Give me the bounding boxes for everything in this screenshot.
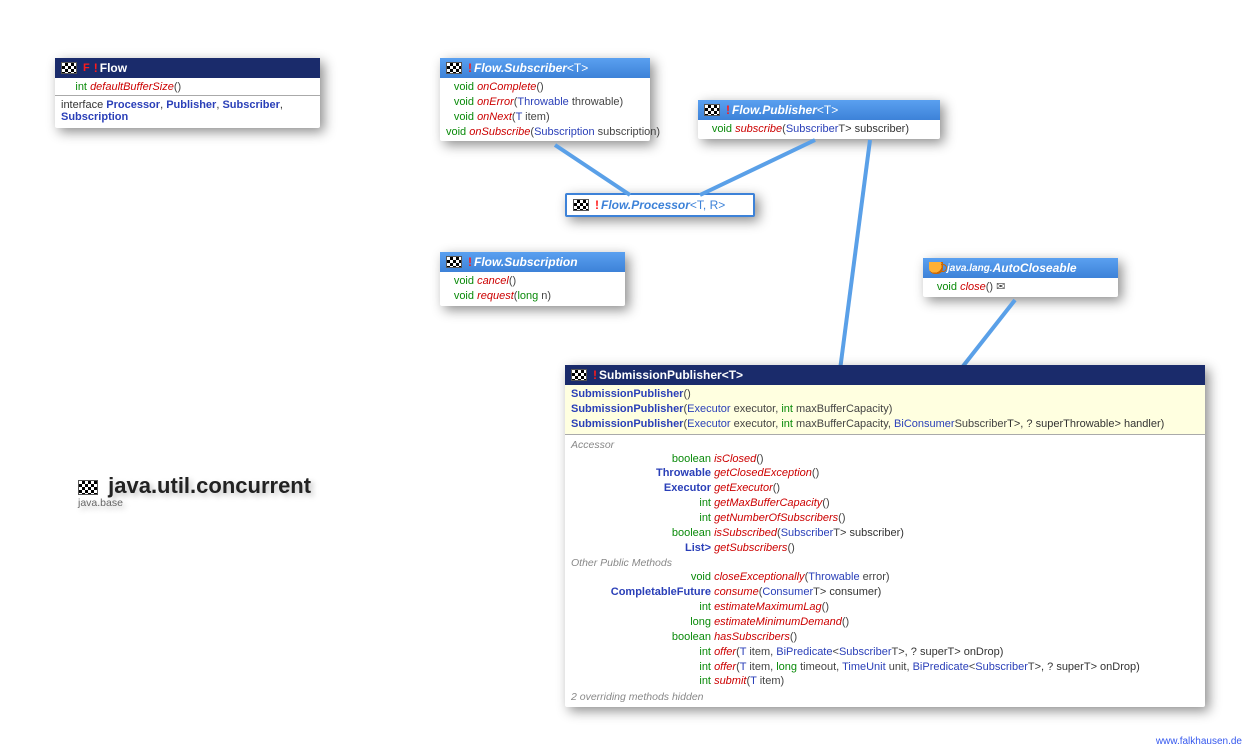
method-row[interactable]: void onError (Throwable throwable): [440, 95, 650, 110]
bang-icon: !: [593, 368, 597, 382]
constructors: SubmissionPublisher ()SubmissionPublishe…: [565, 385, 1205, 434]
class-flow[interactable]: F ! Flow int defaultBufferSize () interf…: [55, 58, 320, 128]
bang-icon: !: [595, 198, 599, 212]
bang-icon: !: [726, 103, 730, 117]
interface-title: Flow.Subscription: [474, 255, 578, 269]
interface-title: Flow.Publisher: [732, 103, 817, 117]
package-label: java.util.concurrent java.base: [78, 473, 311, 509]
method-row[interactable]: int getNumberOfSubscribers (): [565, 511, 1205, 526]
class-title: Flow: [100, 61, 127, 75]
class-header: F ! Flow: [55, 58, 320, 78]
package-prefix: java.lang.: [947, 263, 993, 274]
interface-body: void close () ✉: [923, 278, 1118, 297]
cup-icon: [929, 262, 943, 274]
flag-icon: [61, 62, 77, 74]
hidden-note: 2 overriding methods hidden: [565, 689, 1205, 705]
method-row[interactable]: void onNext (T item): [440, 110, 650, 125]
class-title: SubmissionPublisher: [599, 368, 722, 382]
flag-icon: [573, 199, 589, 211]
method-row[interactable]: int getMaxBufferCapacity (): [565, 496, 1205, 511]
method-row[interactable]: boolean hasSubscribers (): [565, 630, 1205, 645]
interface-header: ! Flow.Subscription: [440, 252, 625, 272]
interface-title: AutoCloseable: [993, 261, 1077, 275]
method-row[interactable]: Executor getExecutor (): [565, 481, 1205, 496]
method-row[interactable]: void close () ✉: [923, 280, 1118, 295]
bang-icon: !: [468, 61, 472, 75]
method-row[interactable]: int offer (T item, long timeout, TimeUni…: [565, 660, 1205, 675]
method-row[interactable]: int submit (T item): [565, 674, 1205, 689]
flag-icon: [446, 62, 462, 74]
nested-interfaces: interface Processor, Publisher, Subscrib…: [55, 95, 320, 126]
method-row[interactable]: int offer (T item, BiPredicate<Subscribe…: [565, 645, 1205, 660]
interface-body: void onComplete ()void onError (Throwabl…: [440, 78, 650, 141]
method-row[interactable]: void subscribe (SubscriberT> subscriber): [698, 122, 940, 137]
section-label: Accessor: [565, 437, 1205, 452]
interface-flow-subscriber[interactable]: ! Flow.Subscriber <T> void onComplete ()…: [440, 58, 650, 141]
interface-header: java.lang. AutoCloseable: [923, 258, 1118, 278]
method-row[interactable]: boolean isSubscribed (SubscriberT> subsc…: [565, 526, 1205, 541]
class-header: ! SubmissionPublisher <T>: [565, 365, 1205, 385]
flag-icon: [571, 369, 587, 381]
interface-title: Flow.Processor: [601, 198, 690, 212]
flag-icon: [446, 256, 462, 268]
interface-header: ! Flow.Subscriber <T>: [440, 58, 650, 78]
method-row[interactable]: int estimateMaximumLag (): [565, 600, 1205, 615]
methods: Accessor boolean isClosed ()Throwable ge…: [565, 434, 1205, 708]
final-marker: F: [83, 62, 90, 74]
interface-body: void subscribe (SubscriberT> subscriber): [698, 120, 940, 139]
method-row[interactable]: void onSubscribe (Subscription subscript…: [440, 125, 650, 140]
method-row[interactable]: CompletableFuture consume (ConsumerT> co…: [565, 585, 1205, 600]
constructor-row[interactable]: SubmissionPublisher (Executor executor, …: [565, 417, 1205, 432]
constructor-row[interactable]: SubmissionPublisher (): [565, 387, 1205, 402]
bang-icon: !: [94, 61, 98, 75]
bang-icon: !: [468, 255, 472, 269]
class-body: int defaultBufferSize () interface Proce…: [55, 78, 320, 128]
interface-header: ! Flow.Processor <T, R>: [567, 195, 753, 215]
method-row[interactable]: void request (long n): [440, 289, 625, 304]
interface-autocloseable[interactable]: java.lang. AutoCloseable void close () ✉: [923, 258, 1118, 297]
method-row[interactable]: void closeExceptionally (Throwable error…: [565, 570, 1205, 585]
method-row[interactable]: void cancel (): [440, 274, 625, 289]
method-row[interactable]: long estimateMinimumDemand (): [565, 615, 1205, 630]
interface-flow-publisher[interactable]: ! Flow.Publisher <T> void subscribe (Sub…: [698, 100, 940, 139]
section-label: Other Public Methods: [565, 555, 1205, 570]
method-row[interactable]: List> getSubscribers (): [565, 541, 1205, 556]
flag-icon: [78, 480, 98, 495]
method-row[interactable]: void onComplete (): [440, 80, 650, 95]
interface-title: Flow.Subscriber: [474, 61, 567, 75]
footer-link[interactable]: www.falkhausen.de: [1156, 736, 1242, 747]
interface-body: void cancel ()void request (long n): [440, 272, 625, 306]
flag-icon: [704, 104, 720, 116]
interface-flow-subscription[interactable]: ! Flow.Subscription void cancel ()void r…: [440, 252, 625, 306]
interface-flow-processor[interactable]: ! Flow.Processor <T, R>: [565, 193, 755, 217]
class-submissionpublisher[interactable]: ! SubmissionPublisher <T> SubmissionPubl…: [565, 365, 1205, 707]
interface-header: ! Flow.Publisher <T>: [698, 100, 940, 120]
method-row[interactable]: boolean isClosed (): [565, 452, 1205, 467]
constructor-row[interactable]: SubmissionPublisher (Executor executor, …: [565, 402, 1205, 417]
method-row[interactable]: Throwable getClosedException (): [565, 466, 1205, 481]
